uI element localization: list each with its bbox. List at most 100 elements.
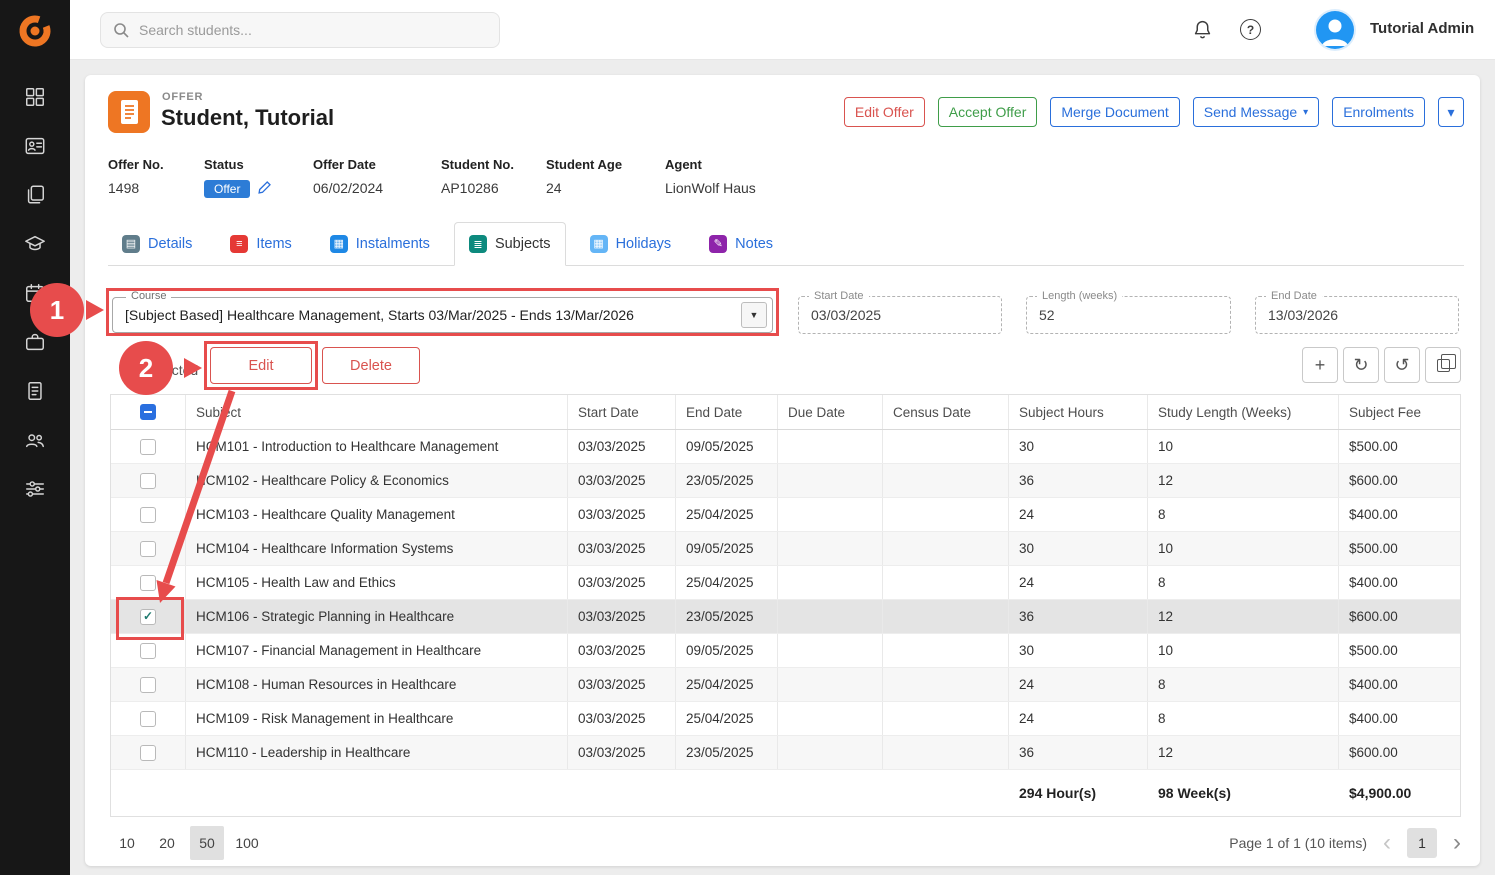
- student-no-label: Student No.: [441, 157, 514, 172]
- table-row[interactable]: HCM101 - Introduction to Healthcare Mana…: [111, 430, 1460, 464]
- notes-tab-icon: ✎: [709, 235, 727, 253]
- tab-items[interactable]: ≡Items: [216, 222, 305, 265]
- edit-offer-button[interactable]: Edit Offer: [844, 97, 925, 127]
- course-select[interactable]: [Subject Based] Healthcare Management, S…: [112, 297, 773, 333]
- user-name[interactable]: Tutorial Admin: [1370, 20, 1474, 37]
- col-subject-hours[interactable]: Subject Hours: [1009, 395, 1148, 429]
- subject-cell: HCM108 - Human Resources in Healthcare: [186, 668, 568, 701]
- tab-instalments[interactable]: ▦Instalments: [316, 222, 444, 265]
- row-checkbox[interactable]: [140, 575, 156, 591]
- edit-status-icon[interactable]: [257, 180, 272, 198]
- start-date-label: Start Date: [809, 290, 869, 302]
- table-row[interactable]: HCM108 - Human Resources in Healthcare 0…: [111, 668, 1460, 702]
- table-row[interactable]: HCM106 - Strategic Planning in Healthcar…: [111, 600, 1460, 634]
- row-checkbox[interactable]: [140, 677, 156, 693]
- subject-cell: HCM103 - Healthcare Quality Management: [186, 498, 568, 531]
- weeks-cell: 12: [1148, 600, 1339, 633]
- table-row[interactable]: HCM102 - Healthcare Policy & Economics 0…: [111, 464, 1460, 498]
- history-icon[interactable]: ↺: [1384, 347, 1420, 383]
- page-size-20[interactable]: 20: [150, 826, 184, 860]
- row-checkbox[interactable]: [140, 643, 156, 659]
- col-start-date[interactable]: Start Date: [568, 395, 676, 429]
- col-due-date[interactable]: Due Date: [778, 395, 883, 429]
- settings-icon[interactable]: [24, 478, 46, 500]
- due-date-cell: [778, 464, 883, 497]
- contacts-icon[interactable]: [24, 135, 46, 157]
- offer-date-label: Offer Date: [313, 157, 383, 172]
- offer-type-label: OFFER: [162, 91, 203, 103]
- col-end-date[interactable]: End Date: [676, 395, 778, 429]
- hours-cell: 24: [1009, 702, 1148, 735]
- length-weeks-field: Length (weeks) 52: [1026, 296, 1231, 334]
- student-age-value: 24: [546, 180, 622, 196]
- row-checkbox[interactable]: [140, 473, 156, 489]
- subject-cell: HCM106 - Strategic Planning in Healthcar…: [186, 600, 568, 633]
- accept-offer-button[interactable]: Accept Offer: [938, 97, 1038, 127]
- bell-icon[interactable]: [1192, 19, 1213, 45]
- select-all-checkbox[interactable]: [140, 404, 156, 420]
- next-page-icon[interactable]: ›: [1453, 828, 1461, 858]
- row-checkbox[interactable]: [140, 609, 156, 625]
- row-checkbox[interactable]: [140, 745, 156, 761]
- table-row[interactable]: HCM107 - Financial Management in Healthc…: [111, 634, 1460, 668]
- start-date-cell: 03/03/2025: [568, 634, 676, 667]
- search-input[interactable]: [100, 12, 500, 48]
- col-census-date[interactable]: Census Date: [883, 395, 1009, 429]
- dashboard-icon[interactable]: [24, 86, 46, 108]
- fee-cell: $400.00: [1339, 566, 1460, 599]
- courses-icon[interactable]: [24, 233, 46, 255]
- status-label: Status: [204, 157, 272, 172]
- delete-subject-button[interactable]: Delete: [322, 347, 420, 384]
- calendar-icon[interactable]: [24, 282, 46, 304]
- holidays-tab-icon: ▦: [590, 235, 608, 253]
- refresh-icon[interactable]: ↻: [1343, 347, 1379, 383]
- offer-date-value: 06/02/2024: [313, 180, 383, 196]
- offers-icon[interactable]: [24, 184, 46, 206]
- avatar[interactable]: [1316, 11, 1354, 49]
- tab-details[interactable]: ▤Details: [108, 222, 206, 265]
- row-checkbox[interactable]: [140, 439, 156, 455]
- tab-instalments-label: Instalments: [356, 236, 430, 252]
- col-study-length[interactable]: Study Length (Weeks): [1148, 395, 1339, 429]
- end-date-label: End Date: [1266, 290, 1322, 302]
- chevron-down-icon[interactable]: ▼: [741, 302, 767, 328]
- prev-page-icon[interactable]: ‹: [1383, 828, 1391, 858]
- table-row[interactable]: HCM109 - Risk Management in Healthcare 0…: [111, 702, 1460, 736]
- enrolments-button[interactable]: Enrolments: [1332, 97, 1425, 127]
- copy-icon[interactable]: [1425, 347, 1461, 383]
- student-no-link[interactable]: AP10286: [441, 180, 514, 196]
- finance-icon[interactable]: [24, 380, 46, 402]
- tab-notes[interactable]: ✎Notes: [695, 222, 787, 265]
- merge-document-button[interactable]: Merge Document: [1050, 97, 1179, 127]
- users-icon[interactable]: [24, 429, 46, 451]
- send-message-button[interactable]: Send Message▾: [1193, 97, 1319, 127]
- more-actions-button[interactable]: ▾: [1438, 97, 1464, 127]
- table-row[interactable]: HCM104 - Healthcare Information Systems …: [111, 532, 1460, 566]
- tab-subjects[interactable]: ≣Subjects: [454, 222, 566, 266]
- col-subject[interactable]: Subject: [186, 395, 568, 429]
- subject-cell: HCM102 - Healthcare Policy & Economics: [186, 464, 568, 497]
- edit-subject-button[interactable]: Edit: [210, 347, 312, 384]
- table-row[interactable]: HCM103 - Healthcare Quality Management 0…: [111, 498, 1460, 532]
- page-size-100[interactable]: 100: [230, 826, 264, 860]
- col-subject-fee[interactable]: Subject Fee: [1339, 395, 1460, 429]
- table-row[interactable]: HCM110 - Leadership in Healthcare 03/03/…: [111, 736, 1460, 770]
- table-row[interactable]: HCM105 - Health Law and Ethics 03/03/202…: [111, 566, 1460, 600]
- help-icon[interactable]: ?: [1240, 19, 1261, 40]
- end-date-cell: 25/04/2025: [676, 668, 778, 701]
- subject-cell: HCM110 - Leadership in Healthcare: [186, 736, 568, 769]
- page-size-10[interactable]: 10: [110, 826, 144, 860]
- page-number-button[interactable]: 1: [1407, 828, 1437, 858]
- offer-no-field: Offer No. 1498: [108, 157, 164, 196]
- due-date-cell: [778, 702, 883, 735]
- row-checkbox[interactable]: [140, 507, 156, 523]
- agents-icon[interactable]: [24, 331, 46, 353]
- agent-link[interactable]: LionWolf Haus: [665, 180, 756, 196]
- row-checkbox[interactable]: [140, 541, 156, 557]
- add-icon[interactable]: +: [1302, 347, 1338, 383]
- app-logo-icon[interactable]: [0, 0, 70, 62]
- row-checkbox[interactable]: [140, 711, 156, 727]
- page-size-50[interactable]: 50: [190, 826, 224, 860]
- tab-holidays[interactable]: ▦Holidays: [576, 222, 686, 265]
- offer-tabs: ▤Details ≡Items ▦Instalments ≣Subjects ▦…: [108, 222, 1464, 266]
